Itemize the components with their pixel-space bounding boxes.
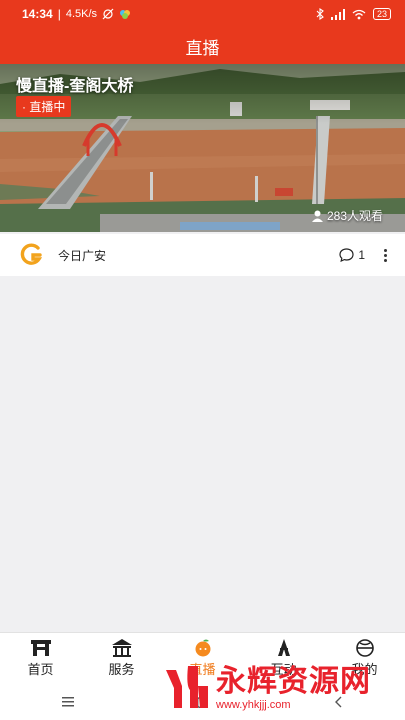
more-options-button[interactable]: [379, 248, 391, 262]
wifi-icon: [352, 9, 366, 19]
comment-count: 1: [358, 248, 365, 262]
app-notification-icon: [120, 10, 131, 19]
comment-button[interactable]: 1: [339, 248, 365, 262]
profile-globe-icon: [355, 639, 374, 657]
source-name: 今日广安: [58, 248, 107, 263]
live-stream-card[interactable]: 慢直播-奎阁大桥 · 直播中 283人观看: [0, 64, 405, 232]
watermark-text: 永辉资源网: [216, 665, 371, 698]
watermark-logo-icon: [166, 666, 208, 708]
source-row: 今日广安 1: [0, 234, 405, 276]
status-bar: 14:34 | 4.5K/s 23: [0, 0, 405, 28]
live-status-badge: · 直播中: [16, 96, 72, 117]
more-dot: [383, 248, 387, 252]
stream-title: 慢直播-奎阁大桥: [16, 78, 134, 95]
source-logo-icon: [20, 243, 43, 265]
page-title: 直播: [0, 28, 405, 64]
tab-service[interactable]: 服务: [81, 633, 162, 684]
status-time: 14:34: [22, 7, 53, 21]
person-icon: [311, 210, 323, 222]
menu-nav-button[interactable]: [53, 692, 83, 712]
watermark: 永辉资源网 www.yhkjjj.com: [160, 660, 400, 716]
comment-icon: [339, 248, 354, 262]
more-dot: [383, 258, 387, 262]
tower-icon: [277, 639, 290, 656]
menu-icon: [61, 697, 74, 707]
viewer-count-text: 283人观看: [326, 209, 383, 223]
home-gate-icon: [30, 640, 51, 656]
viewer-count: 283人观看: [311, 207, 383, 224]
tab-label: 服务: [108, 662, 135, 677]
pavilion-icon: [111, 639, 132, 657]
tab-label: 首页: [27, 662, 54, 677]
notification-off-icon: [102, 8, 114, 20]
tab-home[interactable]: 首页: [0, 633, 81, 684]
watermark-url: www.yhkjjj.com: [216, 699, 291, 711]
battery-indicator: 23: [372, 8, 391, 20]
signal-icon: [330, 8, 345, 20]
bluetooth-icon: [316, 8, 324, 20]
more-dot: [383, 253, 387, 257]
orange-mascot-icon: [195, 639, 210, 657]
network-speed: 4.5K/s: [65, 8, 98, 20]
